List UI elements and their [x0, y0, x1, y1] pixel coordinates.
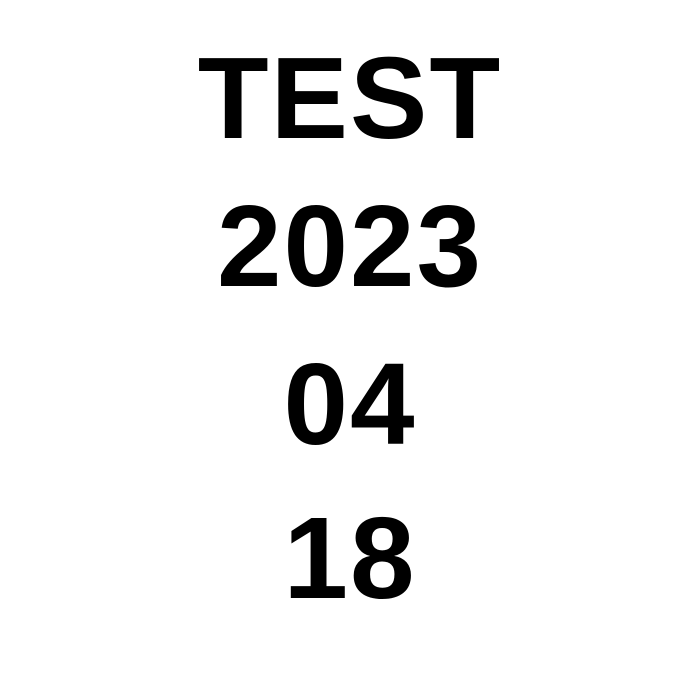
- year-text: 2023: [216, 181, 484, 311]
- day-text: 18: [283, 493, 417, 623]
- text-card: TEST 2023 04 18: [0, 0, 700, 700]
- month-text: 04: [283, 339, 417, 469]
- title-text: TEST: [197, 33, 503, 163]
